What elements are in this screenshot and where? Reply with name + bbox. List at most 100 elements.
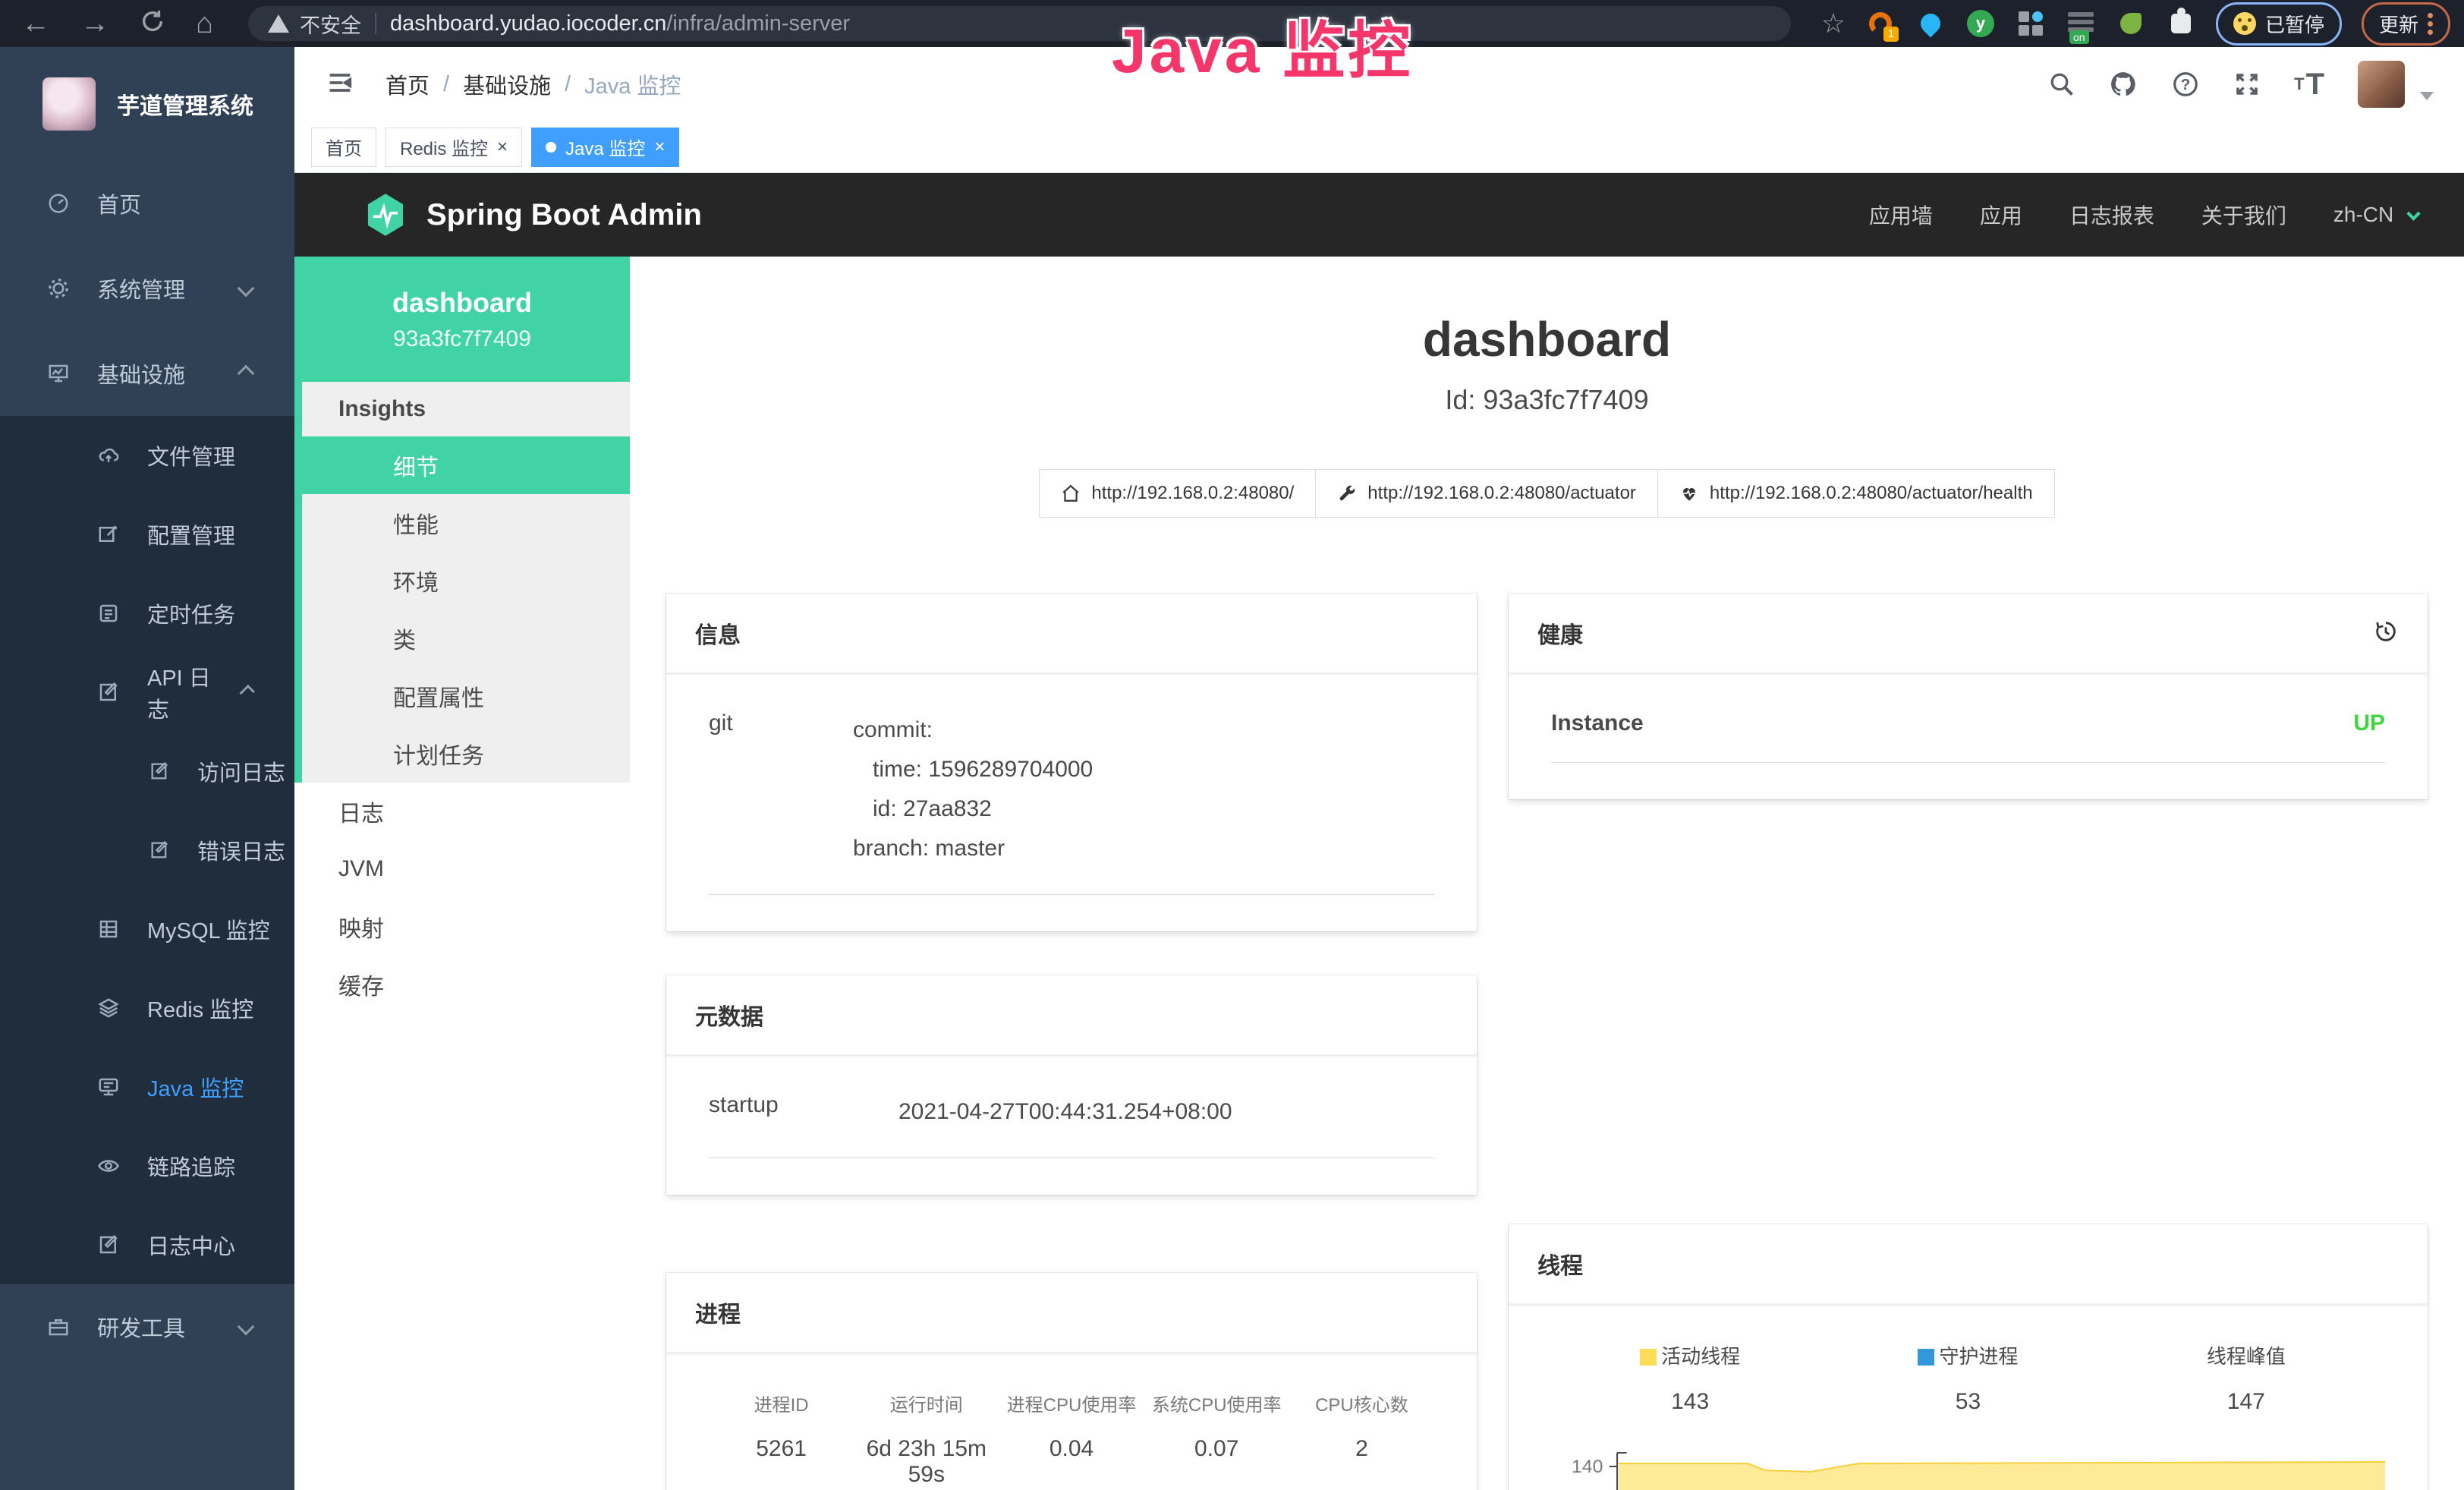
back-icon[interactable]: ← [21,9,50,38]
sba-nav-applications[interactable]: 应用 [1980,200,2022,230]
address-bar[interactable]: 不安全 dashboard.yudao.iocoder.cn /infra/ad… [248,6,1791,41]
url-host[interactable]: dashboard.yudao.iocoder.cn [390,11,666,36]
forward-icon[interactable]: → [80,9,109,38]
edit-icon [97,523,120,546]
sba-language-select[interactable]: zh-CN [2333,203,2418,227]
history-icon[interactable] [2373,619,2399,648]
page-id: Id: 93a3fc7f7409 [630,384,2464,416]
sba-menu-config-props[interactable]: 配置属性 [302,667,630,725]
sidebar-item-config-manage[interactable]: 配置管理 [0,495,294,574]
sba-menu-env[interactable]: 环境 [302,552,630,610]
close-icon[interactable]: × [654,137,665,158]
instance-id: 93a3fc7f7409 [393,326,531,352]
extension-switch-icon[interactable]: on [2066,8,2096,39]
todo-icon [97,602,120,625]
sba-menu-metrics[interactable]: 性能 [302,494,630,552]
sidebar-item-infra[interactable]: 基础设施 [0,331,294,416]
reload-icon[interactable] [140,8,165,39]
hamburger-icon[interactable] [325,68,355,102]
sidebar-item-mysql-monitor[interactable]: MySQL 监控 [0,890,294,969]
sidebar-item-error-log[interactable]: 错误日志 [0,811,294,890]
instance-header[interactable]: dashboard 93a3fc7f7409 [294,257,630,382]
database-grid-icon [97,918,120,940]
sidebar-item-home[interactable]: 首页 [0,161,294,246]
health-card: 健康 Instance UP [1509,594,2428,799]
thread-card-title: 线程 [1537,1247,1583,1281]
github-icon[interactable] [2109,70,2138,99]
instance-home-link[interactable]: http://192.168.0.2:48080/ [1039,469,1316,518]
avatar-caret-icon[interactable] [2420,92,2434,100]
extension-grid-icon[interactable] [2016,8,2046,39]
breadcrumb-current: Java 监控 [584,68,681,100]
extension-leaf-icon[interactable] [2116,8,2146,39]
tab-redis-monitor[interactable]: Redis 监控 × [385,128,522,167]
sidebar-item-redis-monitor[interactable]: Redis 监控 [0,969,294,1047]
instance-links: http://192.168.0.2:48080/ http://192.168… [630,469,2464,518]
insights-label: Insights [302,382,630,436]
sidebar-item-system[interactable]: 系统管理 [0,246,294,331]
sidebar-item-java-monitor[interactable]: Java 监控 [0,1047,294,1126]
bookmark-star-icon[interactable]: ☆ [1821,8,1846,39]
help-icon[interactable]: ? [2171,70,2200,99]
tab-home[interactable]: 首页 [311,128,376,167]
url-path[interactable]: /infra/admin-server [666,11,850,36]
sidebar-item-log-center[interactable]: 日志中心 [0,1205,294,1284]
sidebar-item-dev-tools[interactable]: 研发工具 [0,1284,294,1369]
extension-ring-icon[interactable]: 1 [1865,8,1896,39]
sidebar-item-trace[interactable]: 链路追踪 [0,1126,294,1205]
user-avatar[interactable] [2358,61,2405,108]
sba-menu-caches[interactable]: 缓存 [294,956,630,1013]
metadata-card-title: 元数据 [695,998,763,1032]
sba-nav-wall[interactable]: 应用墙 [1869,200,1933,230]
app-title: 芋道管理系统 [117,87,253,121]
breadcrumb-separator: / [565,72,571,97]
sidebar-item-file-manage[interactable]: 文件管理 [0,416,294,495]
peak-threads-value: 147 [2107,1389,2385,1415]
insecure-warning-icon [268,14,289,33]
java-monitor-icon [97,1076,120,1098]
breadcrumb-infra[interactable]: 基础设施 [463,68,551,100]
close-icon[interactable]: × [497,137,508,158]
process-card-title: 进程 [695,1296,741,1329]
emoji-face-icon [2233,12,2256,35]
sba-menu-logfile[interactable]: 日志 [294,783,630,840]
extension-puzzle-icon[interactable] [2166,8,2196,39]
kebab-menu-icon[interactable] [2428,13,2433,35]
update-button[interactable]: 更新 [2362,2,2450,46]
app-logo [42,77,96,131]
thread-card: 线程 活动线程 143 守护进程 53 [1509,1224,2428,1490]
home-icon[interactable]: ⌂ [196,9,213,38]
ytick-140: 140 [1572,1457,1603,1477]
svg-text:?: ? [2181,76,2191,93]
sidebar-item-api-log[interactable]: API 日志 [0,653,294,732]
sba-menu-mappings[interactable]: 映射 [294,898,630,956]
sba-menu-jvm[interactable]: JVM [294,840,630,898]
tab-java-monitor[interactable]: Java 监控 × [531,128,679,167]
extension-y-icon[interactable]: y [1965,8,1996,39]
security-label[interactable]: 不安全 [300,9,361,39]
sba-menu-details[interactable]: 细节 [294,436,630,494]
sba-navbar: Spring Boot Admin 应用墙 应用 日志报表 关于我们 zh-CN [294,173,2464,257]
active-dot [546,142,556,153]
sba-menu-classes[interactable]: 类 [302,610,630,667]
sba-menu-scheduled[interactable]: 计划任务 [302,725,630,783]
sidebar-item-scheduled-job[interactable]: 定时任务 [0,574,294,653]
extension-pin-icon[interactable] [1915,8,1946,39]
git-row: git commit: time: 1596289704000 id: 27aa… [709,710,1434,895]
health-link[interactable]: http://192.168.0.2:48080/actuator/health [1658,469,2055,518]
search-icon[interactable] [2048,71,2075,98]
process-stats: 进程ID5261 运行时间6d 23h 15m 59s 进程CPU使用率0.04… [709,1390,1434,1488]
page-title: dashboard [630,311,2464,367]
sba-brand[interactable]: Spring Boot Admin [364,192,702,238]
home-icon [1061,484,1081,503]
info-card: 信息 git commit: time: 1596289704000 id: 2… [666,594,1477,931]
breadcrumb-home[interactable]: 首页 [385,68,430,100]
paused-badge[interactable]: 已暂停 [2216,2,2342,46]
fullscreen-icon[interactable] [2233,71,2261,98]
sidebar-item-access-log[interactable]: 访问日志 [0,732,294,811]
sba-nav-journal[interactable]: 日志报表 [2069,200,2154,230]
actuator-link[interactable]: http://192.168.0.2:48080/actuator [1316,469,1658,518]
sba-nav-about[interactable]: 关于我们 [2201,200,2286,230]
font-size-icon[interactable]: TT [2294,68,2324,102]
app-brand[interactable]: 芋道管理系统 [0,47,294,161]
